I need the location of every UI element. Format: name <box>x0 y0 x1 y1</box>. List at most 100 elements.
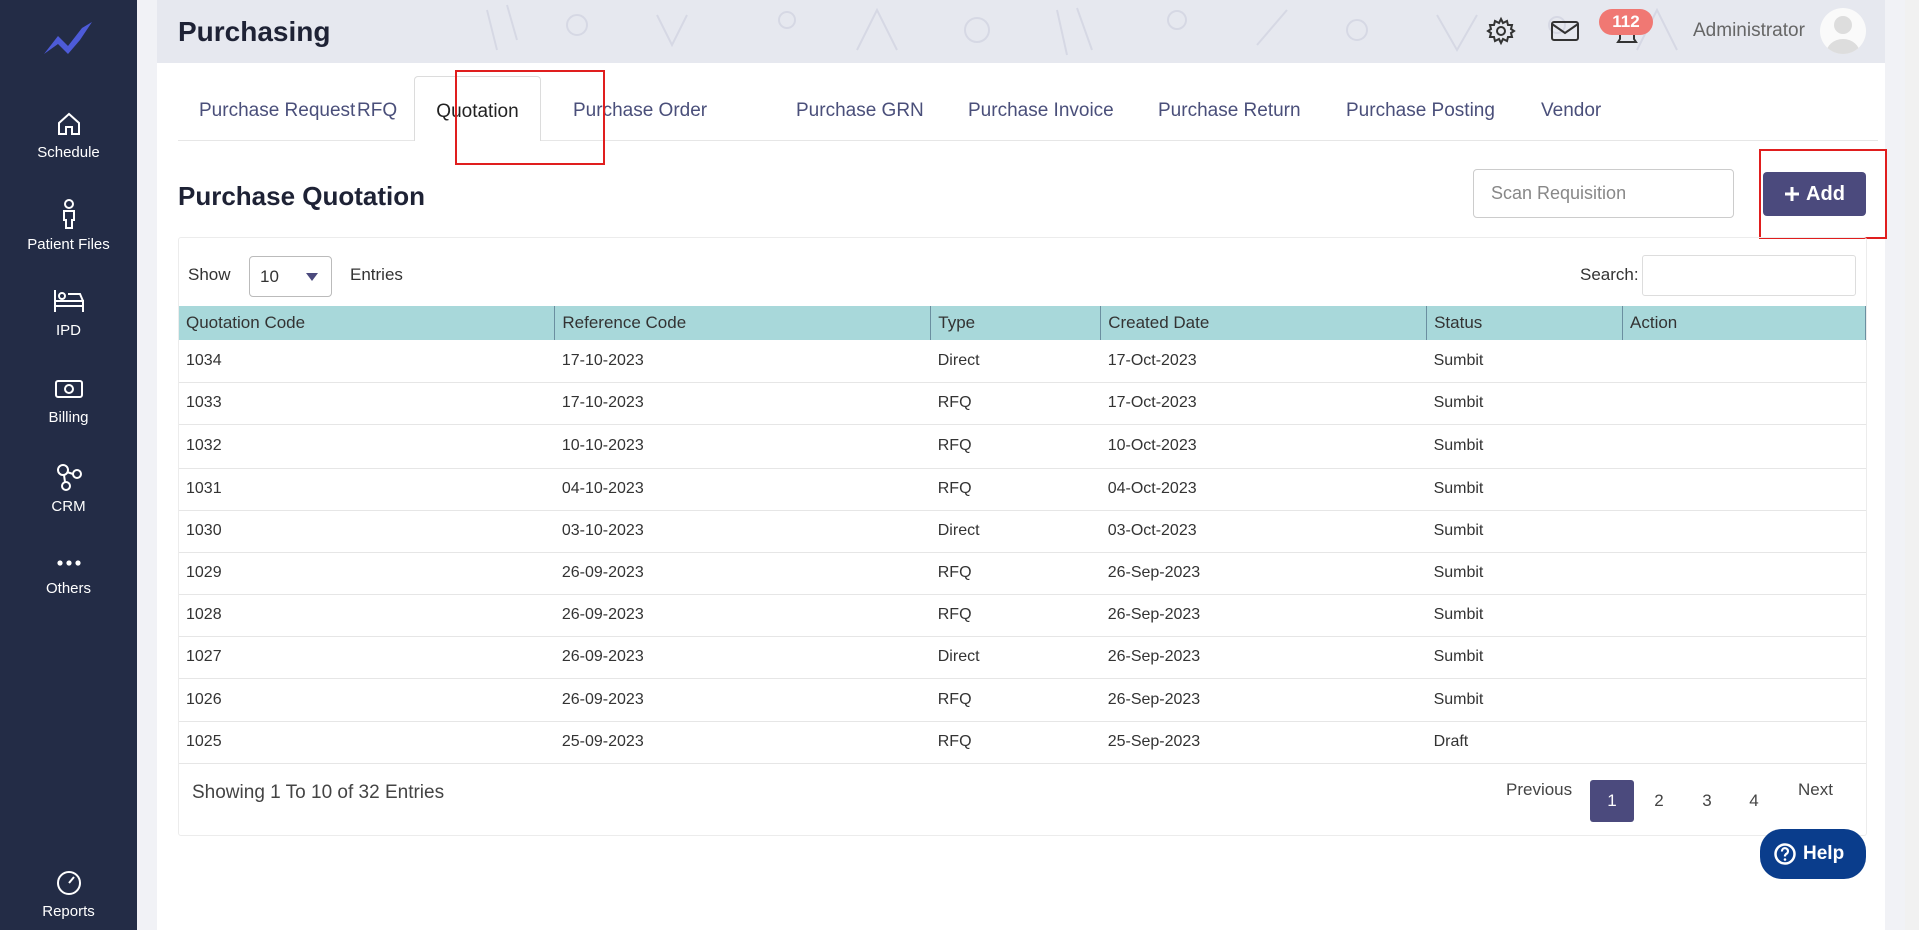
entries-select-value: 10 <box>260 267 279 286</box>
table-row[interactable]: 1027 26-09-2023 Direct 26-Sep-2023 Sumbit <box>179 636 1866 679</box>
sidebar-item-label: Others <box>45 580 91 597</box>
table-row[interactable]: 1033 17-10-2023 RFQ 17-Oct-2023 Sumbit <box>179 382 1866 425</box>
chevron-down-icon <box>306 273 318 281</box>
table-search-input[interactable] <box>1642 255 1856 296</box>
table-cell: RFQ <box>930 424 1101 469</box>
table-cell[interactable] <box>1622 552 1866 595</box>
table-cell: 1025 <box>179 721 555 764</box>
table-cell[interactable] <box>1622 721 1866 764</box>
table-cell[interactable] <box>1622 340 1866 383</box>
table-cell: RFQ <box>930 382 1101 425</box>
table-cell[interactable] <box>1622 424 1866 469</box>
page-scrollbar[interactable] <box>1905 0 1919 930</box>
sidebar-item-crm[interactable]: CRM <box>0 462 137 515</box>
table-row[interactable]: 1025 25-09-2023 RFQ 25-Sep-2023 Draft <box>179 721 1866 764</box>
table-cell: 17-Oct-2023 <box>1100 340 1427 383</box>
table-cell: 17-10-2023 <box>554 340 931 383</box>
table-cell: 26-09-2023 <box>554 636 931 679</box>
add-button-label: Add <box>1806 182 1845 205</box>
notification-badge[interactable]: 112 <box>1599 9 1653 35</box>
entries-select[interactable]: 10 <box>249 256 332 297</box>
table-cell[interactable] <box>1622 382 1866 425</box>
table-row[interactable]: 1032 10-10-2023 RFQ 10-Oct-2023 Sumbit <box>179 424 1866 469</box>
sidebar-item-label: Billing <box>48 409 89 426</box>
help-button[interactable]: Help <box>1760 829 1866 879</box>
column-header[interactable]: Type <box>930 306 1102 340</box>
tab-purchase-return[interactable]: Purchase Return <box>1158 76 1301 141</box>
column-header[interactable]: Quotation Code <box>179 306 556 340</box>
avatar[interactable] <box>1820 8 1866 54</box>
table-cell: 1031 <box>179 468 555 511</box>
tab-purchase-invoice[interactable]: Purchase Invoice <box>968 76 1114 141</box>
table-header-row: Quotation Code Reference Code Type Creat… <box>179 306 1866 340</box>
tab-purchase-order[interactable]: Purchase Order <box>573 76 707 141</box>
table-cell: 1029 <box>179 552 555 595</box>
page-button[interactable]: 1 <box>1590 780 1634 822</box>
app-logo-icon[interactable] <box>42 20 94 60</box>
page-title: Purchase Quotation <box>178 181 426 211</box>
page-button[interactable]: 4 <box>1732 780 1776 822</box>
sidebar-item-billing[interactable]: Billing <box>0 375 137 426</box>
page-button[interactable]: 3 <box>1685 780 1729 822</box>
user-name[interactable]: Administrator <box>1693 20 1805 42</box>
table-cell[interactable] <box>1622 510 1866 553</box>
table-cell: 26-09-2023 <box>554 594 931 637</box>
table-cell[interactable] <box>1622 468 1866 511</box>
search-label: Search: <box>1580 265 1639 284</box>
table-cell: 17-Oct-2023 <box>1100 382 1427 425</box>
table-row[interactable]: 1031 04-10-2023 RFQ 04-Oct-2023 Sumbit <box>179 468 1866 511</box>
column-header[interactable]: Created Date <box>1100 306 1428 340</box>
tab-purchase-request[interactable]: Purchase Request <box>199 76 355 141</box>
gear-icon[interactable] <box>1486 16 1516 46</box>
table-row[interactable]: 1026 26-09-2023 RFQ 26-Sep-2023 Sumbit <box>179 678 1866 722</box>
table-cell: 26-Sep-2023 <box>1100 678 1427 722</box>
page-button[interactable]: 2 <box>1637 780 1681 822</box>
tab-vendor[interactable]: Vendor <box>1541 76 1601 141</box>
table-cell: 25-09-2023 <box>554 721 931 764</box>
sidebar: Schedule Patient Files IPD Billing CRM O… <box>0 0 137 930</box>
table-cell: 26-09-2023 <box>554 678 931 722</box>
table-body: 1034 17-10-2023 Direct 17-Oct-2023 Sumbit 103… <box>179 340 1866 764</box>
sidebar-item-ipd[interactable]: IPD <box>0 286 137 339</box>
sidebar-item-others[interactable]: Others <box>0 552 137 597</box>
table-cell[interactable] <box>1622 678 1866 722</box>
table-row[interactable]: 1029 26-09-2023 RFQ 26-Sep-2023 Sumbit <box>179 552 1866 595</box>
table-cell: 03-Oct-2023 <box>1100 510 1427 553</box>
entries-label: Entries <box>350 265 403 284</box>
plus-icon <box>1785 186 1800 201</box>
table-cell: Draft <box>1426 721 1623 764</box>
table-row[interactable]: 1034 17-10-2023 Direct 17-Oct-2023 Sumbit <box>179 340 1866 383</box>
column-header[interactable]: Reference Code <box>554 306 932 340</box>
previous-page-button[interactable]: Previous <box>1506 780 1572 800</box>
table-row[interactable]: 1028 26-09-2023 RFQ 26-Sep-2023 Sumbit <box>179 594 1866 637</box>
table-cell: RFQ <box>930 678 1101 722</box>
table-row[interactable]: 1030 03-10-2023 Direct 03-Oct-2023 Sumbit <box>179 510 1866 553</box>
tab-purchase-posting[interactable]: Purchase Posting <box>1346 76 1495 141</box>
tab-quotation[interactable]: Quotation <box>414 76 541 141</box>
add-button[interactable]: Add <box>1763 172 1866 216</box>
next-page-button[interactable]: Next <box>1798 780 1833 800</box>
gauge-icon <box>56 871 81 895</box>
table-cell: Direct <box>930 340 1101 383</box>
mail-icon[interactable] <box>1550 16 1580 46</box>
table-cell: Sumbit <box>1426 340 1623 383</box>
header-bar: Purchasing 112 Administrator <box>157 0 1885 63</box>
table-cell[interactable] <box>1622 594 1866 637</box>
column-header[interactable]: Status <box>1426 306 1624 340</box>
sidebar-item-label: Schedule <box>37 144 100 161</box>
tab-purchase-grn[interactable]: Purchase GRN <box>796 76 924 141</box>
sidebar-item-schedule[interactable]: Schedule <box>0 110 137 161</box>
tab-rfq[interactable]: RFQ <box>357 76 397 141</box>
sidebar-item-reports[interactable]: Reports <box>0 869 137 920</box>
scan-requisition-input[interactable] <box>1473 169 1734 218</box>
column-header[interactable]: Action <box>1622 306 1866 340</box>
table-cell[interactable] <box>1622 636 1866 679</box>
pagination-summary: Showing 1 To 10 of 32 Entries <box>192 782 445 803</box>
sidebar-item-patient-files[interactable]: Patient Files <box>0 198 137 253</box>
quotation-table-card: Show 10 Entries Search: Quotation Code R… <box>178 237 1867 836</box>
table-cell: RFQ <box>930 552 1101 595</box>
person-icon <box>62 199 75 229</box>
table-cell: 1033 <box>179 382 555 425</box>
table-cell: 26-Sep-2023 <box>1100 636 1427 679</box>
sidebar-item-label: CRM <box>51 498 86 515</box>
